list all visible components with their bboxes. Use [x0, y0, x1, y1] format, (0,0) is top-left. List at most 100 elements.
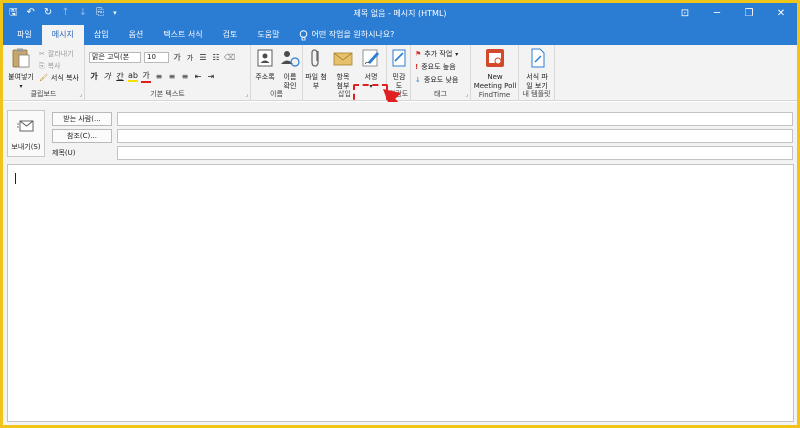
- attach-file-button[interactable]: 파일 첨 부: [303, 47, 329, 91]
- increase-indent-icon[interactable]: ⇥: [206, 72, 216, 81]
- findtime-group: New Meeting Poll FindTime: [471, 45, 519, 101]
- names-group-label: 이름: [270, 90, 283, 98]
- copy-icon: ⎘: [39, 61, 45, 70]
- to-input[interactable]: [117, 112, 793, 126]
- attach-item-button[interactable]: 항목 첨부: [330, 47, 356, 91]
- tab-review[interactable]: 검토: [213, 25, 248, 45]
- check-names-label-1: 이름: [283, 73, 297, 81]
- paperclip-icon: [311, 49, 319, 67]
- ribbon-display-options-icon[interactable]: ⊡: [669, 3, 701, 25]
- follow-up-label: 추가 작업: [424, 50, 453, 58]
- address-book-icon: [257, 49, 273, 67]
- copy-label: 복사: [47, 62, 61, 70]
- text-caret: [15, 173, 16, 184]
- tags-launcher-icon[interactable]: ⌟: [465, 91, 468, 98]
- new-meeting-poll-label-2: Meeting Poll: [473, 82, 517, 90]
- decrease-indent-icon[interactable]: ⇤: [193, 72, 203, 81]
- font-size-combo[interactable]: 10: [144, 52, 169, 63]
- font-color-icon[interactable]: 가: [141, 70, 151, 83]
- names-group: 주소록 이름 확인 이름: [251, 45, 303, 101]
- low-importance-button[interactable]: ↓ 중요도 낮음: [415, 75, 458, 85]
- sensitivity-button[interactable]: 민감 도: [387, 47, 411, 91]
- attach-file-label-1: 파일 첨: [305, 73, 327, 81]
- tab-format-text[interactable]: 텍스트 서식: [153, 25, 212, 45]
- tell-me-text: 어떤 작업을 원하시나요?: [311, 30, 395, 39]
- outlook-message-window: 🖫 ↶ ↻ ↑ ↓ ⎘ ▾ 제목 없음 - 메시지 (HTML) ⊡ ─ ❐ ✕…: [3, 3, 797, 425]
- signature-pen-icon: [362, 49, 379, 67]
- highlight-color-icon[interactable]: ab: [128, 71, 138, 82]
- shrink-font-button[interactable]: 가: [185, 53, 195, 63]
- align-right-icon[interactable]: ≡: [180, 72, 190, 81]
- sensitivity-label-1: 민감: [392, 73, 406, 81]
- template-icon: [531, 48, 545, 68]
- address-book-label: 주소록: [255, 73, 275, 81]
- cc-button[interactable]: 참조(C)...: [52, 129, 112, 143]
- tab-file[interactable]: 파일: [7, 25, 42, 45]
- high-importance-button[interactable]: ! 중요도 높음: [415, 62, 456, 72]
- signature-label: 서명: [364, 73, 378, 81]
- tab-options[interactable]: 옵션: [119, 25, 154, 45]
- send-envelope-icon: [17, 120, 34, 132]
- tell-me-box[interactable]: 어떤 작업을 원하시나요?: [289, 25, 404, 45]
- bold-button[interactable]: 가: [89, 71, 99, 82]
- align-left-icon[interactable]: ≡: [154, 72, 164, 81]
- send-label: 보내기(S): [11, 143, 41, 151]
- basic-text-group-label: 기본 텍스트: [150, 90, 185, 98]
- message-body[interactable]: [7, 164, 794, 422]
- compose-area: 보내기(S) 받는 사람(... 참조(C)... 제목(U): [3, 102, 797, 425]
- clear-format-icon[interactable]: ⌫: [224, 53, 235, 62]
- subject-label: 제목(U): [52, 149, 76, 157]
- view-templates-button[interactable]: 서식 파 일 보기: [519, 47, 555, 91]
- paintbrush-icon: 🖌: [39, 74, 48, 82]
- check-names-icon: [281, 51, 300, 67]
- close-button[interactable]: ✕: [765, 3, 797, 25]
- paste-button[interactable]: 붙여넣기 ▾: [5, 47, 37, 91]
- font-name-combo[interactable]: 맑은 고딕(본: [89, 52, 141, 63]
- tab-help[interactable]: 도움말: [247, 25, 289, 45]
- send-button[interactable]: 보내기(S): [7, 110, 45, 157]
- tab-insert[interactable]: 삽입: [84, 25, 119, 45]
- scissors-icon: ✂: [39, 50, 45, 58]
- underline-button[interactable]: 간: [115, 71, 125, 82]
- low-importance-label: 중요도 낮음: [423, 76, 459, 84]
- address-book-button[interactable]: 주소록: [253, 47, 277, 82]
- clipboard-group-label: 클립보드: [30, 90, 57, 98]
- clipboard-launcher-icon[interactable]: ⌟: [79, 91, 82, 98]
- cut-label: 잘라내기: [47, 50, 74, 58]
- envelope-icon: [333, 52, 353, 66]
- exclamation-icon: !: [415, 63, 419, 71]
- my-templates-group-label: 내 템플릿: [522, 90, 551, 98]
- italic-button[interactable]: 가: [102, 71, 112, 82]
- tab-message[interactable]: 메시지: [41, 25, 84, 45]
- subject-input[interactable]: [117, 146, 793, 160]
- copy-button[interactable]: ⎘ 복사: [39, 61, 61, 71]
- clipboard-icon: [12, 48, 30, 68]
- numbering-icon[interactable]: ☷: [211, 53, 221, 62]
- follow-up-button[interactable]: ⚑ 추가 작업 ▾: [415, 49, 458, 59]
- new-meeting-poll-button[interactable]: New Meeting Poll: [471, 47, 519, 91]
- ribbon-tabs: 파일 메시지 삽입 옵션 텍스트 서식 검토 도움말 어떤 작업을 원하시나요?: [3, 25, 797, 45]
- format-painter-label: 서식 복사: [50, 74, 79, 82]
- align-center-icon[interactable]: ≡: [167, 72, 177, 81]
- cut-button[interactable]: ✂ 잘라내기: [39, 49, 74, 59]
- grow-font-button[interactable]: 가: [172, 52, 182, 63]
- window-controls: ⊡ ─ ❐ ✕: [669, 3, 797, 25]
- findtime-icon: [486, 49, 504, 67]
- paste-label: 붙여넣기: [8, 73, 34, 81]
- to-button[interactable]: 받는 사람(...: [52, 112, 112, 126]
- title-bar: 🖫 ↶ ↻ ↑ ↓ ⎘ ▾ 제목 없음 - 메시지 (HTML) ⊡ ─ ❐ ✕: [3, 3, 797, 25]
- findtime-group-label: FindTime: [478, 91, 511, 99]
- basic-text-group: 맑은 고딕(본 10 가 가 ☰ ☷ ⌫ 가 가 간 ab 가 ≡ ≡ ≡ ⇤ …: [85, 45, 251, 101]
- bullets-icon[interactable]: ☰: [198, 53, 208, 62]
- minimize-button[interactable]: ─: [701, 3, 733, 25]
- check-names-button[interactable]: 이름 확인: [278, 47, 302, 91]
- format-painter-button[interactable]: 🖌 서식 복사: [39, 73, 79, 83]
- down-arrow-icon: ↓: [415, 76, 421, 84]
- high-importance-label: 중요도 높음: [421, 63, 456, 71]
- restore-button[interactable]: ❐: [733, 3, 765, 25]
- basic-text-launcher-icon[interactable]: ⌟: [245, 91, 248, 98]
- flag-icon: ⚑: [415, 50, 422, 58]
- cc-input[interactable]: [117, 129, 793, 143]
- attach-item-label-1: 항목: [336, 73, 350, 81]
- my-templates-group: 서식 파 일 보기 내 템플릿: [519, 45, 555, 101]
